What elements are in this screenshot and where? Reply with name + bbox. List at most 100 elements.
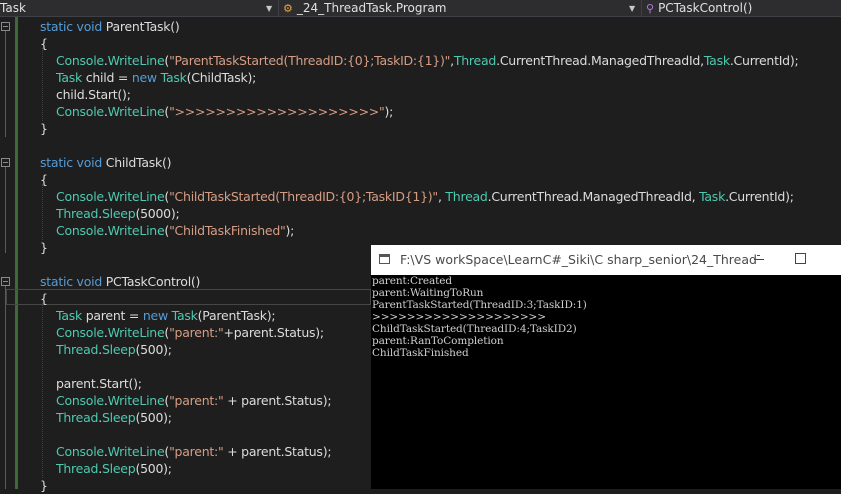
code-token: WriteLine bbox=[107, 393, 165, 408]
code-token: parent.Start(); bbox=[56, 376, 142, 391]
code-line: parent.Start(); bbox=[56, 375, 142, 392]
code-token: .CurrentThread.ManagedThreadId, bbox=[487, 189, 700, 204]
code-token: ParentTask() bbox=[105, 19, 180, 34]
code-token: Task bbox=[160, 70, 187, 85]
indent-guide bbox=[42, 303, 43, 478]
fold-line bbox=[5, 286, 6, 489]
code-token: (500); bbox=[135, 342, 172, 357]
maximize-icon[interactable] bbox=[795, 253, 806, 264]
console-output-line: parent:RanToCompletion bbox=[372, 335, 504, 347]
code-line: Task child = new Task(ChildTask); bbox=[56, 69, 256, 86]
code-token: Console bbox=[56, 325, 104, 340]
code-token: new bbox=[131, 70, 161, 85]
method-icon: ⚲ bbox=[646, 1, 655, 15]
code-line: static void ChildTask() bbox=[40, 154, 171, 171]
code-token: Thread bbox=[453, 53, 497, 68]
minimize-icon[interactable] bbox=[754, 259, 764, 260]
code-token: "ChildTaskFinished" bbox=[169, 223, 286, 238]
code-token: Sleep bbox=[101, 461, 136, 476]
code-token: WriteLine bbox=[107, 104, 165, 119]
code-line: static void PCTaskControl() bbox=[40, 273, 200, 290]
code-token: + parent.Status); bbox=[223, 444, 332, 459]
code-token: WriteLine bbox=[107, 223, 165, 238]
code-line: Thread.Sleep(500); bbox=[56, 409, 172, 426]
code-token: WriteLine bbox=[107, 444, 165, 459]
code-token: Console bbox=[56, 444, 104, 459]
code-token: Task bbox=[703, 53, 730, 68]
code-line: Console.WriteLine("parent:" + parent.Sta… bbox=[56, 392, 332, 409]
chevron-down-icon[interactable]: ▼ bbox=[266, 0, 272, 16]
code-line: Console.WriteLine("ChildTaskFinished"); bbox=[56, 222, 294, 239]
class-scope-label: _24_ThreadTask.Program bbox=[296, 1, 447, 15]
code-token: WriteLine bbox=[107, 189, 165, 204]
code-token: +parent.Status); bbox=[223, 325, 325, 340]
current-line-highlight bbox=[6, 289, 371, 305]
code-token: ">>>>>>>>>>>>>>>>>>>>" bbox=[169, 104, 385, 119]
code-token: "parent:" bbox=[169, 393, 224, 408]
code-token: (5000); bbox=[135, 206, 180, 221]
divider bbox=[278, 0, 279, 16]
change-tracking-bar bbox=[15, 17, 18, 489]
code-token: Sleep bbox=[101, 206, 136, 221]
console-output-line: ChildTaskStarted(ThreadID:4;TaskID2) bbox=[372, 323, 577, 335]
code-token: Console bbox=[56, 189, 104, 204]
code-token: + parent.Status); bbox=[223, 393, 332, 408]
navigation-bar: Task ▼ ⚙ _24_ThreadTask.Program ▼ ⚲ PCTa… bbox=[0, 0, 841, 17]
code-line: Thread.Sleep(500); bbox=[56, 341, 172, 358]
member-scope-dropdown[interactable]: ⚲ PCTaskControl() bbox=[646, 0, 752, 16]
console-output: parent:Created parent:WaitingToRun ParentT… bbox=[371, 275, 841, 359]
code-token: Console bbox=[56, 223, 104, 238]
code-token: .CurrentId); bbox=[725, 189, 794, 204]
project-scope-label: Task bbox=[0, 1, 26, 15]
code-token: "ParentTaskStarted(ThreadID:{0};TaskID:{… bbox=[169, 53, 451, 68]
code-token: "parent:" bbox=[169, 325, 224, 340]
code-token: void bbox=[76, 19, 106, 34]
code-token: Task bbox=[56, 70, 86, 85]
project-scope-dropdown[interactable]: Task bbox=[0, 0, 26, 16]
code-token: (500); bbox=[135, 410, 172, 425]
code-token: child = bbox=[85, 70, 132, 85]
code-token: static bbox=[40, 274, 77, 289]
console-output-line: ParentTaskStarted(ThreadID:3;TaskID:1) bbox=[372, 299, 587, 311]
code-token: (500); bbox=[135, 461, 172, 476]
code-line: } bbox=[40, 120, 48, 137]
collapse-icon[interactable] bbox=[1, 158, 10, 167]
code-line: } bbox=[40, 477, 48, 494]
collapse-icon[interactable] bbox=[1, 22, 10, 31]
code-token: .CurrentThread.ManagedThreadId, bbox=[496, 53, 704, 68]
code-token: Thread bbox=[56, 461, 99, 476]
chevron-down-icon[interactable]: ▼ bbox=[629, 0, 635, 16]
code-line: Console.WriteLine("ParentTaskStarted(Thr… bbox=[56, 52, 799, 69]
code-line: Thread.Sleep(5000); bbox=[56, 205, 180, 222]
collapse-icon[interactable] bbox=[1, 277, 10, 286]
console-app-icon bbox=[379, 254, 390, 264]
code-token: "ChildTaskStarted(ThreadID:{0};TaskID{1}… bbox=[169, 189, 438, 204]
code-token: void bbox=[76, 274, 106, 289]
code-token: void bbox=[76, 155, 106, 170]
code-token: .CurrentId); bbox=[729, 53, 799, 68]
console-window[interactable]: F:\VS workSpace\LearnC#_Siki\C sharp_sen… bbox=[371, 245, 841, 489]
code-token: parent = bbox=[85, 308, 143, 323]
code-token: child.Start(); bbox=[56, 87, 131, 102]
code-token: Task bbox=[699, 189, 726, 204]
class-scope-dropdown[interactable]: ⚙ _24_ThreadTask.Program bbox=[283, 0, 446, 16]
code-line: Console.WriteLine("parent:" + parent.Sta… bbox=[56, 443, 332, 460]
code-token: (ParentTask); bbox=[197, 308, 276, 323]
fold-line bbox=[5, 31, 6, 137]
code-token: WriteLine bbox=[107, 325, 165, 340]
code-token: } bbox=[40, 240, 48, 255]
console-output-line: parent:Created bbox=[372, 275, 453, 287]
console-output-line: ChildTaskFinished bbox=[372, 347, 469, 359]
code-token: Console bbox=[56, 393, 104, 408]
console-title-bar[interactable]: F:\VS workSpace\LearnC#_Siki\C sharp_sen… bbox=[371, 245, 841, 275]
console-output-line: >>>>>>>>>>>>>>>>>>>> bbox=[372, 311, 546, 323]
code-line: Console.WriteLine("parent:"+parent.Statu… bbox=[56, 324, 324, 341]
code-token: Task bbox=[171, 308, 198, 323]
indent-guide bbox=[42, 48, 43, 121]
console-title: F:\VS workSpace\LearnC#_Siki\C sharp_sen… bbox=[400, 252, 760, 267]
code-token: static bbox=[40, 19, 77, 34]
code-token: Sleep bbox=[101, 342, 136, 357]
code-token: Task bbox=[56, 308, 86, 323]
code-line: Console.WriteLine("ChildTaskStarted(Thre… bbox=[56, 188, 794, 205]
editor-gutter bbox=[0, 17, 30, 489]
